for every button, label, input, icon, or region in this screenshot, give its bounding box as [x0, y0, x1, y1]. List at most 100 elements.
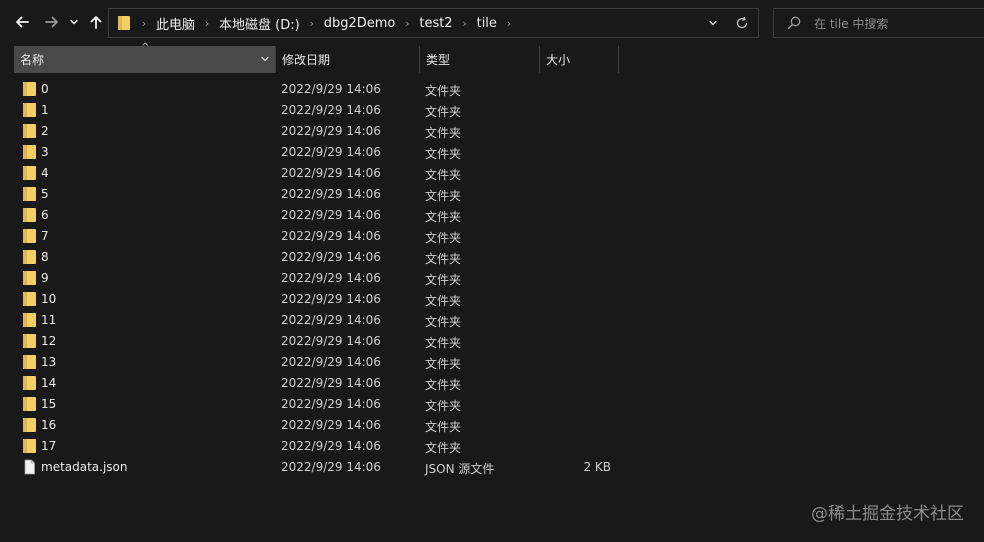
folder-row[interactable]: 2 2022/9/29 14:06 文件夹: [0, 121, 984, 142]
breadcrumb-this-pc[interactable]: 此电脑: [153, 14, 198, 33]
folder-icon: [22, 438, 37, 454]
column-header-size[interactable]: 大小: [539, 46, 619, 73]
address-bar[interactable]: › 此电脑 › 本地磁盘 (D:) › dbg2Demo › test2 › t…: [108, 8, 759, 38]
file-type: 文件夹: [425, 252, 462, 266]
file-icon: [22, 459, 37, 475]
breadcrumb-test2[interactable]: test2: [416, 16, 455, 31]
file-name: 10: [41, 292, 57, 306]
address-history-button[interactable]: [702, 9, 724, 37]
folder-row[interactable]: 14 2022/9/29 14:06 文件夹: [0, 373, 984, 394]
file-row[interactable]: metadata.json 2022/9/29 14:06 JSON 源文件 2 KB: [0, 457, 984, 478]
folder-row[interactable]: 17 2022/9/29 14:06 文件夹: [0, 436, 984, 457]
chevron-right-icon[interactable]: ›: [303, 17, 321, 30]
chevron-right-icon[interactable]: ›: [135, 17, 153, 30]
folder-icon: [22, 144, 37, 160]
folder-row[interactable]: 12 2022/9/29 14:06 文件夹: [0, 331, 984, 352]
file-type: JSON 源文件: [425, 462, 495, 476]
file-type: 文件夹: [425, 378, 462, 392]
folder-icon: [22, 81, 37, 97]
folder-row[interactable]: 13 2022/9/29 14:06 文件夹: [0, 352, 984, 373]
folder-icon: [22, 228, 37, 244]
chevron-right-icon[interactable]: ›: [198, 17, 216, 30]
file-type: 文件夹: [425, 210, 462, 224]
file-type: 文件夹: [425, 315, 462, 329]
file-modified-date: 2022/9/29 14:06: [281, 82, 381, 96]
file-type: 文件夹: [425, 84, 462, 98]
file-modified-date: 2022/9/29 14:06: [281, 187, 381, 201]
file-type: 文件夹: [425, 231, 462, 245]
search-input[interactable]: [812, 12, 984, 36]
column-header-name[interactable]: ^ 名称: [14, 42, 275, 73]
column-header-date[interactable]: 修改日期: [275, 46, 419, 73]
folder-icon: [22, 123, 37, 139]
folder-row[interactable]: 15 2022/9/29 14:06 文件夹: [0, 394, 984, 415]
back-button[interactable]: [10, 10, 34, 34]
file-name: 1: [41, 103, 49, 117]
file-modified-date: 2022/9/29 14:06: [281, 355, 381, 369]
chevron-right-icon[interactable]: ›: [456, 17, 474, 30]
file-name: 3: [41, 145, 49, 159]
breadcrumb-dbg2demo[interactable]: dbg2Demo: [321, 16, 399, 31]
file-modified-date: 2022/9/29 14:06: [281, 103, 381, 117]
file-modified-date: 2022/9/29 14:06: [281, 124, 381, 138]
file-modified-date: 2022/9/29 14:06: [281, 292, 381, 306]
folder-icon: [22, 165, 37, 181]
column-filter-button[interactable]: [259, 53, 271, 65]
file-name: 17: [41, 439, 57, 453]
watermark: @稀土掘金技术社区: [811, 504, 964, 524]
file-type: 文件夹: [425, 441, 462, 455]
folder-icon: [22, 249, 37, 265]
chevron-down-icon: [709, 20, 717, 26]
folder-row[interactable]: 0 2022/9/29 14:06 文件夹: [0, 79, 984, 100]
column-header-name-label: 名称: [20, 53, 45, 67]
file-modified-date: 2022/9/29 14:06: [281, 439, 381, 453]
file-name: 8: [41, 250, 49, 264]
file-modified-date: 2022/9/29 14:06: [281, 460, 381, 474]
forward-button[interactable]: [40, 10, 64, 34]
file-name: 6: [41, 208, 49, 222]
folder-icon: [113, 9, 135, 37]
up-button[interactable]: [84, 10, 108, 34]
file-name: 0: [41, 82, 49, 96]
file-size: 2 KB: [583, 460, 611, 474]
column-header-type[interactable]: 类型: [419, 46, 539, 73]
breadcrumb-local-disk-d[interactable]: 本地磁盘 (D:): [216, 14, 303, 33]
folder-row[interactable]: 3 2022/9/29 14:06 文件夹: [0, 142, 984, 163]
column-header-row: ^ 名称 修改日期 类型 大小: [0, 42, 984, 73]
file-name: 15: [41, 397, 57, 411]
column-header-size-label: 大小: [546, 53, 571, 67]
breadcrumb-tile[interactable]: tile: [474, 16, 500, 31]
folder-icon: [22, 186, 37, 202]
folder-row[interactable]: 8 2022/9/29 14:06 文件夹: [0, 247, 984, 268]
file-type: 文件夹: [425, 189, 462, 203]
recent-locations-button[interactable]: [64, 10, 84, 34]
folder-row[interactable]: 7 2022/9/29 14:06 文件夹: [0, 226, 984, 247]
folder-row[interactable]: 6 2022/9/29 14:06 文件夹: [0, 205, 984, 226]
file-type: 文件夹: [425, 126, 462, 140]
file-type: 文件夹: [425, 168, 462, 182]
folder-row[interactable]: 4 2022/9/29 14:06 文件夹: [0, 163, 984, 184]
file-type: 文件夹: [425, 294, 462, 308]
folder-row[interactable]: 5 2022/9/29 14:06 文件夹: [0, 184, 984, 205]
refresh-button[interactable]: [730, 9, 754, 37]
chevron-right-icon[interactable]: ›: [398, 17, 416, 30]
folder-row[interactable]: 1 2022/9/29 14:06 文件夹: [0, 100, 984, 121]
folder-row[interactable]: 10 2022/9/29 14:06 文件夹: [0, 289, 984, 310]
folder-icon: [22, 354, 37, 370]
file-name: 13: [41, 355, 57, 369]
chevron-right-icon[interactable]: ›: [500, 17, 518, 30]
search-box[interactable]: [773, 8, 984, 38]
file-type: 文件夹: [425, 420, 462, 434]
folder-row[interactable]: 16 2022/9/29 14:06 文件夹: [0, 415, 984, 436]
folder-icon: [22, 417, 37, 433]
back-arrow-icon: [16, 16, 29, 28]
file-modified-date: 2022/9/29 14:06: [281, 250, 381, 264]
file-name: 12: [41, 334, 57, 348]
folder-icon: [22, 207, 37, 223]
chevron-down-icon: [70, 19, 78, 25]
file-modified-date: 2022/9/29 14:06: [281, 313, 381, 327]
file-name: 9: [41, 271, 49, 285]
folder-row[interactable]: 9 2022/9/29 14:06 文件夹: [0, 268, 984, 289]
folder-row[interactable]: 11 2022/9/29 14:06 文件夹: [0, 310, 984, 331]
folder-icon: [22, 270, 37, 286]
